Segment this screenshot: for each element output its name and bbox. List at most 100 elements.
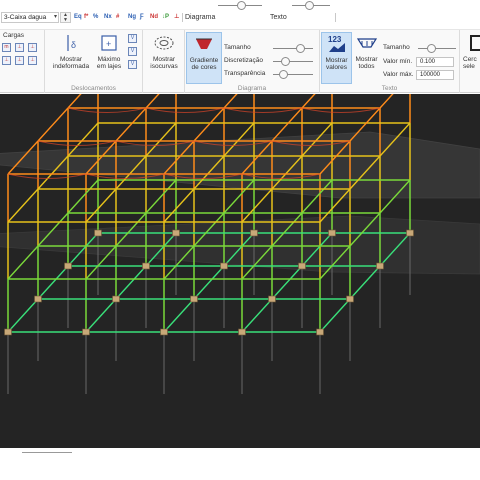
- text-slider[interactable]: [292, 0, 330, 11]
- color-gradient-button[interactable]: Gradiente de cores: [186, 32, 222, 84]
- view-selector-dropdown[interactable]: 3-Caixa dagua ▾: [1, 12, 59, 23]
- text-size-label: Tamanho: [383, 44, 410, 51]
- quick-icon-7[interactable]: Ƒ: [140, 12, 144, 23]
- beam-y: [37, 107, 69, 142]
- beam-y: [115, 265, 147, 300]
- status-area: [0, 448, 480, 480]
- quick-icon-2[interactable]: f*: [84, 12, 88, 23]
- show-all-button[interactable]: Mostrar todos: [353, 32, 380, 70]
- discretization-slider[interactable]: [273, 56, 313, 67]
- structural-frame-model[interactable]: [0, 94, 480, 448]
- text-slider-thumb[interactable]: [305, 1, 314, 10]
- load-icon[interactable]: ↓P: [162, 12, 169, 23]
- beam-y: [163, 188, 195, 223]
- support-node[interactable]: [376, 262, 384, 270]
- load-case-icon-2[interactable]: ⊥: [15, 43, 24, 52]
- max-in-slabs-button[interactable]: + Máximo em lajes: [93, 32, 125, 70]
- min-value-label: Valor mín.: [383, 58, 413, 65]
- load-case-icon-3[interactable]: ⊥: [28, 43, 37, 52]
- discretization-thumb[interactable]: [281, 57, 290, 66]
- support-node[interactable]: [346, 295, 354, 303]
- structure-3d-viewport[interactable]: [0, 94, 480, 448]
- support-node[interactable]: [328, 229, 336, 237]
- fence-select-button[interactable]: Cerc sele: [463, 32, 480, 70]
- show-undeformed-button[interactable]: δ Mostrar indeformada: [51, 32, 91, 70]
- support-node[interactable]: [190, 295, 198, 303]
- beam-y: [241, 298, 273, 333]
- show-all-label: Mostrar todos: [355, 56, 378, 70]
- diagram-size-slider[interactable]: [273, 43, 313, 54]
- quick-icon-1[interactable]: Eq: [74, 12, 82, 23]
- support-node[interactable]: [112, 295, 120, 303]
- support-node[interactable]: [220, 262, 228, 270]
- quick-icon-8[interactable]: Nd: [150, 12, 158, 23]
- load-case-icon-1[interactable]: m: [2, 43, 11, 52]
- min-value-field[interactable]: 0.100: [416, 57, 454, 67]
- vz-icon[interactable]: V: [128, 60, 137, 69]
- support-node[interactable]: [142, 262, 150, 270]
- support-node[interactable]: [406, 229, 414, 237]
- support-icon[interactable]: ⊥: [174, 12, 179, 23]
- max-value-label: Valor máx.: [383, 71, 414, 78]
- diagrama-group: Gradiente de cores Tamanho Discretização…: [185, 30, 320, 93]
- support-node[interactable]: [316, 328, 324, 336]
- fence-select-label: Cerc sele: [463, 56, 477, 70]
- quick-icon-6[interactable]: Ng: [128, 12, 136, 23]
- gradient-icon: [196, 38, 212, 49]
- text-size-thumb[interactable]: [427, 44, 436, 53]
- beam-y: [37, 265, 69, 300]
- toolbar-separator: [182, 13, 183, 22]
- support-node[interactable]: [250, 229, 258, 237]
- beam-y: [7, 298, 39, 333]
- view-selector-value: 3-Caixa dagua: [4, 14, 47, 21]
- show-values-button[interactable]: 123 Mostrar valores: [321, 32, 352, 84]
- support-node[interactable]: [82, 328, 90, 336]
- undeformed-icon: δ: [67, 35, 76, 51]
- load-case-icon-4[interactable]: ⊥: [2, 56, 11, 65]
- max-value-field[interactable]: 100000: [416, 70, 454, 80]
- chevron-down-icon[interactable]: ▾: [54, 13, 57, 22]
- quick-icon-5[interactable]: #: [116, 12, 119, 23]
- show-all-icon: [356, 38, 377, 48]
- svg-text:δ: δ: [71, 40, 76, 50]
- transparency-thumb[interactable]: [279, 70, 288, 79]
- support-node[interactable]: [298, 262, 306, 270]
- beam-y: [145, 94, 160, 109]
- support-node[interactable]: [160, 328, 168, 336]
- beam-y: [379, 94, 394, 109]
- beam-y: [67, 179, 99, 214]
- load-case-icon-5[interactable]: ⊥: [15, 56, 24, 65]
- support-node[interactable]: [64, 262, 72, 270]
- show-values-label: Mostrar valores: [325, 57, 348, 71]
- show-isocurves-button[interactable]: Mostrar isocurvas: [146, 32, 182, 70]
- show-isocurves-label: Mostrar isocurvas: [150, 56, 178, 70]
- quick-icon-4[interactable]: Nx: [104, 12, 112, 23]
- transparency-slider[interactable]: [273, 69, 313, 80]
- quick-icon-3[interactable]: %: [93, 12, 98, 23]
- support-node[interactable]: [238, 328, 246, 336]
- beam-y: [241, 188, 273, 223]
- support-node[interactable]: [4, 328, 12, 336]
- load-case-icon-6[interactable]: ⊥: [28, 56, 37, 65]
- values-icon: 123: [328, 35, 345, 52]
- support-node[interactable]: [94, 229, 102, 237]
- view-spinner[interactable]: ▲ ▼: [60, 12, 71, 23]
- diagram-slider-thumb[interactable]: [237, 1, 246, 10]
- vy-icon[interactable]: V: [128, 47, 137, 56]
- diagram-size-label: Tamanho: [224, 44, 251, 51]
- fence-select-icon: [470, 35, 480, 51]
- ribbon: Cargas m ⊥ ⊥ ⊥ ⊥ ⊥ δ Mostrar indeformada…: [0, 30, 480, 93]
- diagram-slider[interactable]: [218, 0, 262, 11]
- discretization-label: Discretização: [224, 57, 264, 64]
- ghost-mid-slab: [0, 215, 480, 275]
- beam-y: [193, 265, 225, 300]
- color-gradient-label: Gradiente de cores: [189, 57, 219, 71]
- text-size-slider[interactable]: [418, 43, 456, 54]
- support-node[interactable]: [172, 229, 180, 237]
- diagram-size-thumb[interactable]: [296, 44, 305, 53]
- support-node[interactable]: [34, 295, 42, 303]
- vx-icon[interactable]: V: [128, 34, 137, 43]
- beam-y: [7, 188, 39, 223]
- support-node[interactable]: [268, 295, 276, 303]
- svg-text:+: +: [106, 39, 111, 49]
